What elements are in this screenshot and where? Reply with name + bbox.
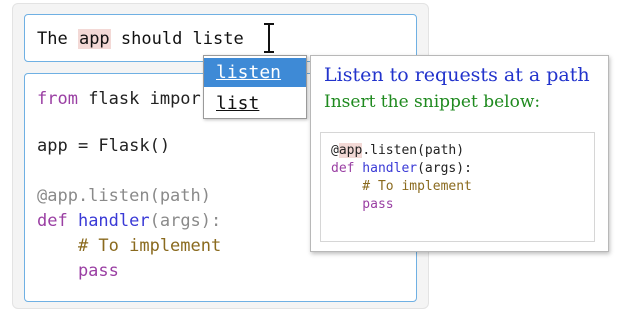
code-text: flask impor [77,89,201,109]
autocomplete-item-listen[interactable]: listen [204,58,306,87]
snippet-line-4: pass [331,197,394,212]
code-line-5: # To implement [37,236,222,256]
snippet-highlight-app: app [338,143,363,158]
prompt-text-before: The [37,29,78,49]
snippet-line-2: def handler(args): [331,160,472,177]
text-cursor-icon [264,23,274,53]
snippet-text: @ [331,143,339,158]
code-line-2: app = Flask() [37,136,171,156]
tooltip-title: Listen to requests at a path [324,64,590,86]
code-line-4: def handler(args): [37,211,221,231]
snippet-function-name: handler [354,161,418,176]
code-text: (args): [149,211,222,231]
code-keyword: from [37,89,78,109]
autocomplete-dropdown: listen list [203,55,307,119]
snippet-text: (args): [417,161,472,176]
code-line-3: @app.listen(path) [37,186,211,206]
snippet-preview: @app.listen(path) def handler(args): # T… [320,132,595,242]
tooltip-subtitle: Insert the snippet below: [324,92,541,112]
code-line-1: from flask impor [37,89,201,109]
prompt-text[interactable]: The app should liste [37,29,244,49]
prompt-highlight-app: app [77,29,111,49]
code-keyword: def [37,211,68,231]
snippet-line-3: # To implement [331,179,472,194]
snippet-text: .listen(path) [362,143,465,158]
autocomplete-item-list[interactable]: list [204,89,306,118]
code-line-6: pass [37,261,119,281]
code-function-name: handler [67,211,150,231]
suggestion-tooltip: Listen to requests at a path Insert the … [310,55,609,252]
snippet-keyword: def [331,161,355,176]
prompt-text-after: should liste [110,29,244,49]
snippet-line-1: @app.listen(path) [331,142,464,159]
